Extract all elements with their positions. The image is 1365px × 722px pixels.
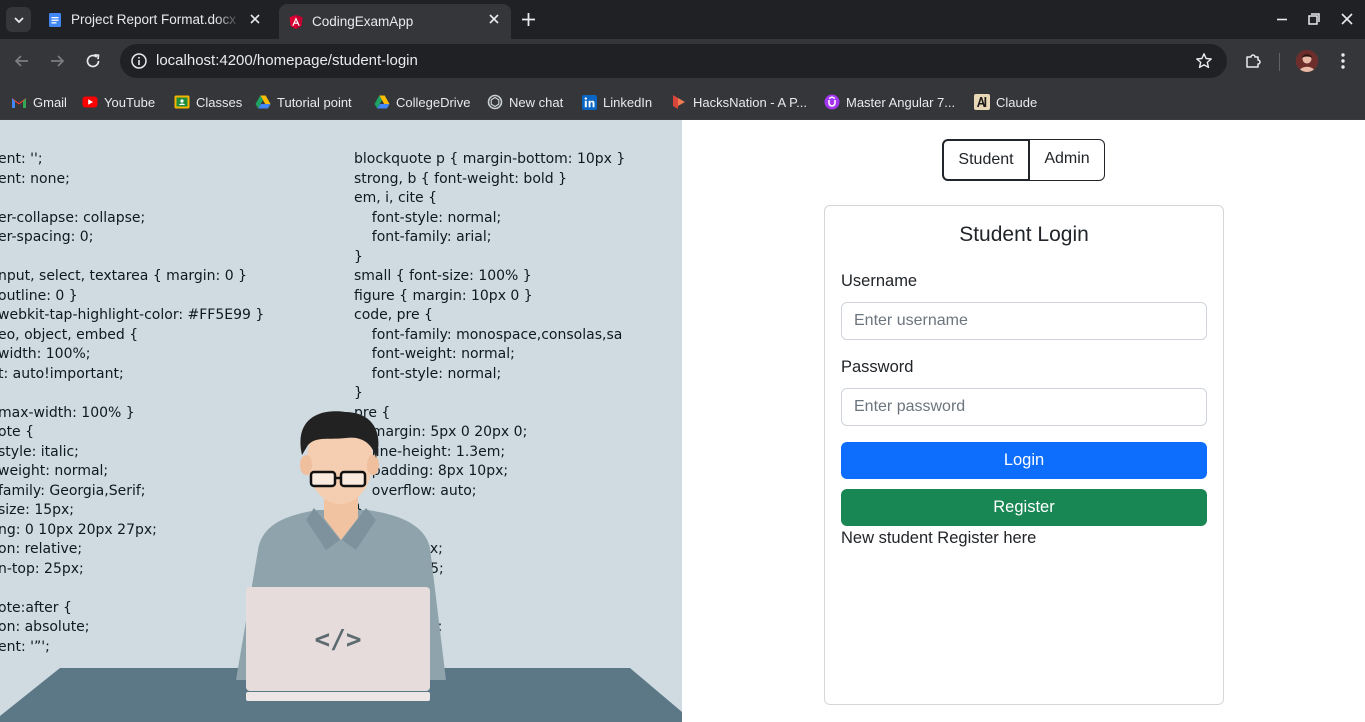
classroom-icon [174, 94, 190, 110]
login-panel: Student Admin Student Login Username Pas… [682, 120, 1365, 722]
gmail-icon [11, 94, 27, 110]
restore-icon[interactable] [1305, 10, 1323, 28]
bookmark-star-icon[interactable] [1195, 52, 1213, 70]
bookmark-new-chat[interactable]: New chat [487, 91, 563, 113]
bookmark-master-angular[interactable]: Master Angular 7... [824, 91, 955, 113]
username-input[interactable] [841, 302, 1207, 340]
laptop-code-glyph: </> [315, 625, 362, 655]
close-window-icon[interactable] [1338, 10, 1356, 28]
bookmark-gmail[interactable]: Gmail [11, 91, 67, 113]
password-input[interactable] [841, 388, 1207, 426]
laptop-base [246, 692, 430, 701]
chevron-down-icon [13, 16, 24, 23]
reload-icon[interactable] [83, 51, 103, 71]
glasses-left-lens [309, 470, 337, 488]
browser-toolbar: localhost:4200/homepage/student-login [0, 39, 1365, 84]
hero-illustration: ent: ''; ent: none; er-collapse: collapse… [0, 120, 682, 722]
new-tab-icon[interactable] [519, 10, 538, 29]
bookmark-claude[interactable]: Claude [974, 91, 1037, 113]
google-docs-icon [49, 12, 61, 27]
forward-arrow-icon[interactable] [47, 51, 67, 71]
profile-avatar[interactable] [1296, 50, 1318, 72]
developer-illustration: </> [0, 411, 682, 722]
minimize-icon[interactable] [1273, 10, 1291, 28]
linkedin-icon [581, 94, 597, 110]
tab-coding-exam-app[interactable]: CodingExamApp [279, 4, 511, 39]
glasses-right-lens [339, 470, 367, 488]
bookmark-linkedin[interactable]: LinkedIn [581, 91, 652, 113]
ear-left [300, 455, 312, 475]
login-button[interactable]: Login [841, 442, 1207, 479]
url-text: localhost:4200/homepage/student-login [156, 52, 418, 69]
bookmark-college-drive[interactable]: CollegeDrive [374, 91, 470, 113]
bookmark-hacksnation[interactable]: HacksNation - A P... [671, 91, 807, 113]
address-bar[interactable]: localhost:4200/homepage/student-login [120, 44, 1227, 78]
extensions-icon[interactable] [1243, 51, 1263, 71]
angular-icon [289, 14, 303, 29]
claude-icon [974, 94, 990, 110]
toolbar-divider [1279, 53, 1280, 71]
bookmark-tutorial-point[interactable]: Tutorial point [255, 91, 352, 113]
login-card: Student Login Username Password Login Re… [824, 205, 1224, 705]
register-button[interactable]: Register [841, 489, 1207, 526]
tab-project-report[interactable]: Project Report Format.docx [38, 4, 272, 35]
bookmarks-bar: Gmail YouTube Classes Tutorial point Col… [0, 84, 1365, 120]
back-arrow-icon[interactable] [12, 51, 32, 71]
udemy-icon [824, 94, 840, 110]
chatgpt-icon [487, 94, 503, 110]
bookmark-youtube[interactable]: YouTube [82, 91, 155, 113]
bookmark-classes[interactable]: Classes [174, 91, 242, 113]
page-content: ent: ''; ent: none; er-collapse: collapse… [0, 120, 1365, 722]
drive-icon [255, 94, 271, 110]
register-note: New student Register here [841, 529, 1037, 547]
ear-right [367, 455, 379, 475]
close-icon[interactable] [487, 12, 501, 26]
avatar-icon [1296, 50, 1318, 72]
close-icon[interactable] [248, 12, 262, 26]
youtube-icon [82, 94, 98, 110]
hacksnation-icon [671, 94, 687, 110]
password-label: Password [841, 358, 914, 376]
username-label: Username [841, 272, 918, 290]
admin-role-button[interactable]: Admin [1030, 139, 1105, 181]
drive-icon [374, 94, 390, 110]
login-card-title: Student Login [959, 223, 1089, 246]
tab-title: Project Report Format.docx [71, 12, 237, 27]
tab-bar: Project Report Format.docx CodingExamApp [0, 0, 1365, 39]
tab-search-button[interactable] [6, 7, 31, 32]
site-info-icon[interactable] [130, 52, 148, 70]
more-menu-icon[interactable] [1333, 51, 1353, 71]
role-toggle-group: Student Admin [942, 139, 1105, 181]
tab-title: CodingExamApp [312, 14, 414, 29]
student-role-button[interactable]: Student [942, 139, 1030, 181]
